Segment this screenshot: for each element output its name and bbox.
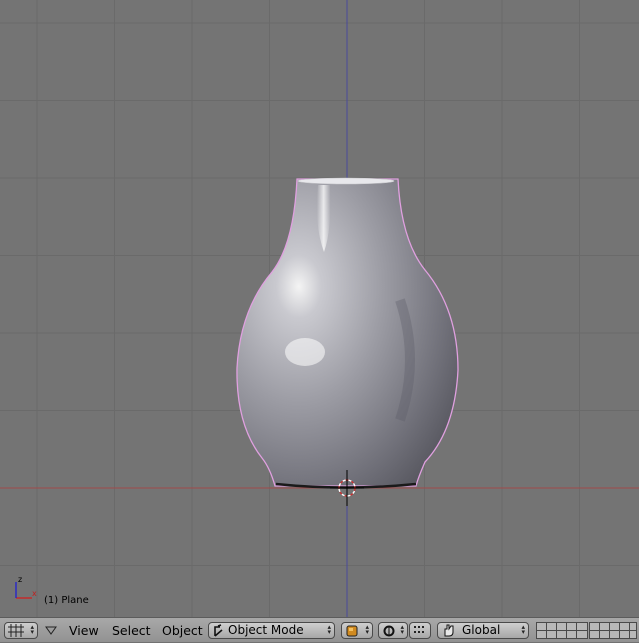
mode-select-label: Object Mode — [228, 623, 304, 637]
pivot-options-button[interactable] — [409, 622, 431, 639]
editor-type-button[interactable]: ▴ ▾ — [4, 622, 38, 639]
grid-icon — [8, 624, 24, 637]
object-menu[interactable]: Object — [162, 623, 203, 639]
updown-arrows-icon: ▴ ▾ — [30, 623, 34, 636]
mode-select[interactable]: Object Mode ▴ ▾ — [208, 622, 335, 639]
view-menu[interactable]: View — [69, 623, 99, 639]
viewport-header: ▴ ▾ View Select Object Object Mode ▴ ▾ ▴ ▾ … — [0, 617, 639, 642]
dots-grid-icon — [414, 626, 424, 633]
3d-viewport[interactable]: z x (1) Plane — [0, 0, 639, 617]
axis-gizmo: z x — [15, 575, 37, 599]
gizmo-z-label: z — [18, 575, 22, 584]
hand-icon — [444, 624, 454, 637]
updown-arrows-icon: ▴ ▾ — [365, 623, 369, 636]
gizmo-x-label: x — [32, 589, 37, 598]
layer-buttons[interactable] — [536, 622, 588, 639]
solid-shading-icon — [346, 625, 358, 637]
object-mode-icon — [214, 624, 223, 637]
pivot-icon — [383, 625, 395, 637]
layer-buttons[interactable] — [589, 622, 637, 639]
select-menu[interactable]: Select — [112, 623, 151, 639]
active-object-label: (1) Plane — [44, 595, 89, 606]
viewport-canvas[interactable] — [0, 0, 639, 617]
layer-buttons-group-1 — [536, 622, 588, 643]
shading-select[interactable]: ▴ ▾ — [341, 622, 373, 639]
triangle-down-icon[interactable] — [45, 626, 57, 636]
updown-arrows-icon: ▴ ▾ — [521, 623, 525, 636]
layer-buttons-group-2 — [589, 622, 637, 643]
updown-arrows-icon: ▴ ▾ — [327, 623, 331, 636]
orientation-select[interactable]: Global ▴ ▾ — [437, 622, 529, 639]
updown-arrows-icon: ▴ ▾ — [400, 623, 404, 636]
orientation-select-label: Global — [462, 623, 501, 637]
pivot-select[interactable]: ▴ ▾ — [378, 622, 408, 639]
